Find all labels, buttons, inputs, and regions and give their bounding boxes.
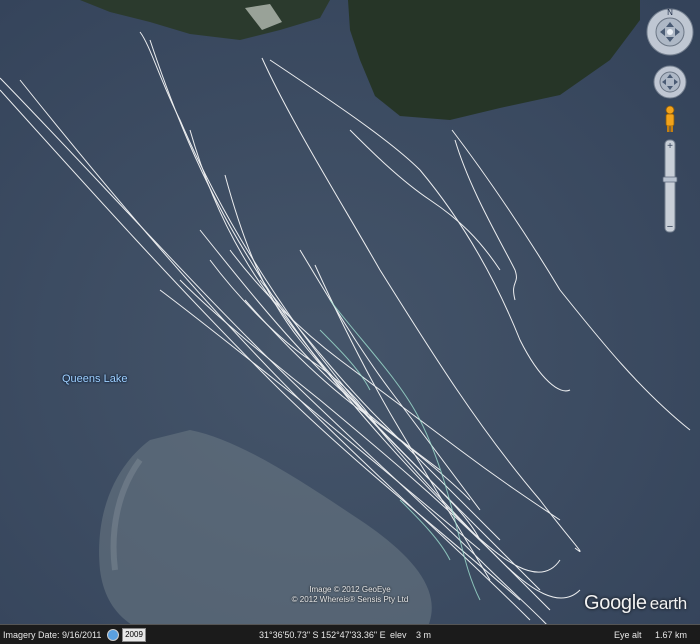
svg-text:−: −: [667, 221, 673, 233]
zoom-slider-thumb[interactable]: [662, 176, 678, 183]
lake-name-label: Queens Lake: [62, 373, 128, 385]
eye-altitude-label: Eye alt: [614, 630, 642, 640]
zoom-out-icon[interactable]: −: [667, 221, 673, 233]
street-view-pegman-icon[interactable]: [665, 105, 675, 132]
google-earth-logo: Google earth: [584, 592, 687, 615]
historical-imagery-clock-icon[interactable]: [107, 629, 119, 641]
imagery-year-badge: 2009: [122, 628, 146, 642]
map-imagery: [0, 0, 700, 643]
zoom-slider-track[interactable]: [664, 139, 676, 233]
imagery-date-label: Imagery Date:: [3, 630, 60, 640]
imagery-date-value: 9/16/2011: [62, 630, 102, 640]
elevation-value: 3 m: [416, 630, 432, 640]
move-joystick-icon[interactable]: [653, 65, 687, 99]
status-bar: Imagery Date: 9/16/2011 2009 31°36'50.73…: [0, 624, 700, 644]
logo-earth-text: earth: [649, 594, 688, 613]
satellite-map[interactable]: Queens Lake Image © 2012 GeoEye © 2012 W…: [0, 0, 700, 643]
svg-text:+: +: [667, 141, 673, 152]
zoom-in-icon[interactable]: +: [667, 141, 673, 152]
logo-google-text: Google: [584, 592, 647, 614]
navigation-controls: N + −: [646, 6, 700, 236]
coordinates-readout: 31°36'50.73" S 152°47'33.36" E: [259, 630, 386, 640]
compass-north-label: N: [667, 8, 673, 17]
elevation-label: elev: [390, 630, 407, 640]
eye-altitude-value: 1.67 km: [655, 630, 688, 640]
